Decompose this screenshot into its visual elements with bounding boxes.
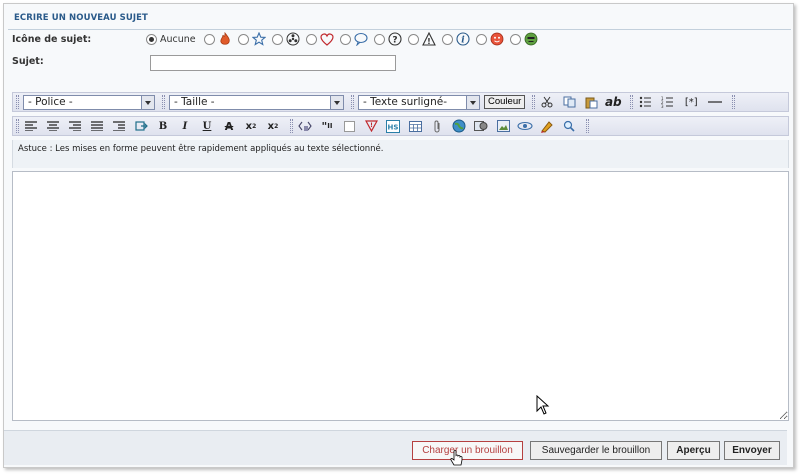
paste-icon[interactable] bbox=[583, 94, 599, 110]
code-icon[interactable] bbox=[297, 118, 313, 134]
bold-icon[interactable]: B bbox=[155, 118, 171, 134]
alien-icon bbox=[524, 32, 538, 46]
flame-icon bbox=[218, 32, 232, 46]
svg-text:HS: HS bbox=[388, 123, 399, 131]
topic-icon-options: Aucune ? ! i bbox=[146, 30, 544, 48]
size-select-value: - Taille - bbox=[174, 95, 215, 108]
blank-icon[interactable] bbox=[341, 118, 357, 134]
subscript-icon[interactable]: x2 bbox=[265, 118, 281, 134]
toolbar-grip bbox=[351, 95, 354, 109]
chevron-down-icon bbox=[466, 95, 479, 109]
search-icon[interactable] bbox=[561, 118, 577, 134]
tip-text: Astuce : Les mises en forme peuvent être… bbox=[18, 144, 384, 154]
preview-button[interactable]: Aperçu bbox=[667, 441, 720, 460]
icon-radio-speech[interactable] bbox=[339, 33, 351, 45]
hidden-icon[interactable]: HS bbox=[385, 118, 401, 134]
question-icon: ? bbox=[388, 32, 402, 46]
horizontal-rule-icon[interactable] bbox=[707, 94, 723, 110]
size-select[interactable]: - Taille - bbox=[169, 94, 344, 110]
subject-label: Sujet: bbox=[12, 56, 44, 67]
panel-title: ECRIRE UN NOUVEAU SUJET bbox=[14, 13, 148, 23]
icon-radio-question[interactable] bbox=[373, 33, 385, 45]
icon-radio-info[interactable] bbox=[441, 33, 453, 45]
globe-icon[interactable] bbox=[451, 118, 467, 134]
icon-radio-heart[interactable] bbox=[305, 33, 317, 45]
flash-icon[interactable] bbox=[517, 118, 533, 134]
list-item-icon[interactable]: [*] bbox=[681, 94, 701, 110]
send-button[interactable]: Envoyer bbox=[724, 441, 780, 460]
info-icon: i bbox=[456, 32, 470, 46]
load-draft-button[interactable]: Charger un brouillon bbox=[412, 441, 523, 460]
media-icon[interactable] bbox=[473, 118, 489, 134]
svg-text:?: ? bbox=[392, 36, 397, 46]
tip-bar: Astuce : Les mises en forme peuvent être… bbox=[12, 140, 789, 168]
icon-radio-warning[interactable] bbox=[407, 33, 419, 45]
align-left-icon[interactable] bbox=[23, 118, 39, 134]
icon-radio-smiley[interactable] bbox=[475, 33, 487, 45]
highlight-select-value: - Texte surligné- bbox=[363, 95, 448, 108]
formatting-toolbar-1: - Police - - Taille - - Texte surligné- … bbox=[12, 92, 789, 112]
icon-radio-alien[interactable] bbox=[509, 33, 521, 45]
indent-icon[interactable] bbox=[111, 118, 127, 134]
footer-bar: Charger un brouillon Sauvegarder le brou… bbox=[4, 430, 787, 465]
copy-icon[interactable] bbox=[561, 94, 577, 110]
icon-radio-radiation[interactable] bbox=[271, 33, 283, 45]
image-icon[interactable] bbox=[495, 118, 511, 134]
attachment-icon[interactable] bbox=[429, 118, 445, 134]
justify-icon[interactable] bbox=[89, 118, 105, 134]
strikethrough-icon[interactable]: A bbox=[221, 118, 237, 134]
panel-header: ECRIRE UN NOUVEAU SUJET bbox=[8, 10, 791, 30]
chevron-down-icon bbox=[330, 95, 343, 109]
quote-icon[interactable]: " II bbox=[319, 118, 335, 134]
toolbar-grip bbox=[586, 119, 589, 133]
hand-cursor-icon bbox=[450, 450, 464, 471]
underline-icon[interactable]: U bbox=[199, 118, 215, 134]
heart-icon bbox=[320, 32, 334, 46]
font-select-value: - Police - bbox=[28, 95, 73, 108]
align-center-icon[interactable] bbox=[45, 118, 61, 134]
cut-icon[interactable] bbox=[539, 94, 555, 110]
subject-input[interactable] bbox=[150, 55, 396, 71]
highlight-select[interactable]: - Texte surligné- bbox=[358, 94, 480, 110]
warning-icon: ! bbox=[421, 32, 436, 46]
bullet-list-icon[interactable] bbox=[637, 94, 653, 110]
toolbar-grip bbox=[16, 95, 19, 109]
color-button[interactable]: Couleur bbox=[484, 95, 526, 109]
italic-icon[interactable]: I bbox=[177, 118, 193, 134]
save-draft-button[interactable]: Sauvegarder le brouillon bbox=[530, 441, 662, 460]
star-icon bbox=[251, 32, 266, 46]
link-out-icon[interactable] bbox=[133, 118, 149, 134]
marker-icon[interactable] bbox=[539, 118, 555, 134]
align-right-icon[interactable] bbox=[67, 118, 83, 134]
topic-icon-label: Icône de sujet: bbox=[12, 34, 92, 45]
table-icon[interactable] bbox=[407, 118, 423, 134]
toolbar-grip bbox=[290, 119, 293, 133]
numbered-list-icon[interactable]: 123 bbox=[659, 94, 675, 110]
radiation-icon bbox=[286, 32, 300, 46]
svg-text:!: ! bbox=[427, 37, 431, 46]
svg-text:3: 3 bbox=[661, 104, 664, 108]
icon-none-label: Aucune bbox=[160, 33, 196, 45]
speech-bubble-icon bbox=[354, 32, 368, 46]
superscript-icon[interactable]: x2 bbox=[243, 118, 259, 134]
formatting-toolbar-2: B I U A x2 x2 " II ! HS bbox=[12, 116, 789, 136]
toolbar-grip bbox=[532, 95, 536, 109]
font-select[interactable]: - Police - bbox=[23, 94, 155, 110]
svg-text:i: i bbox=[461, 36, 465, 46]
toolbar-grip bbox=[732, 95, 736, 109]
spoiler-icon[interactable]: ! bbox=[363, 118, 379, 134]
toolbar-grip bbox=[16, 119, 19, 133]
icon-radio-star[interactable] bbox=[237, 33, 249, 45]
mouse-pointer-icon bbox=[536, 394, 550, 418]
toolbar-grip bbox=[162, 95, 165, 109]
icon-radio-none[interactable] bbox=[146, 33, 157, 45]
smiley-icon bbox=[490, 32, 504, 46]
svg-text:!: ! bbox=[370, 122, 373, 129]
message-textarea[interactable] bbox=[12, 171, 789, 421]
chevron-down-icon bbox=[141, 95, 154, 109]
spellcheck-icon[interactable]: ab bbox=[605, 94, 622, 110]
toolbar-grip bbox=[630, 95, 634, 109]
icon-radio-flame[interactable] bbox=[203, 33, 215, 45]
